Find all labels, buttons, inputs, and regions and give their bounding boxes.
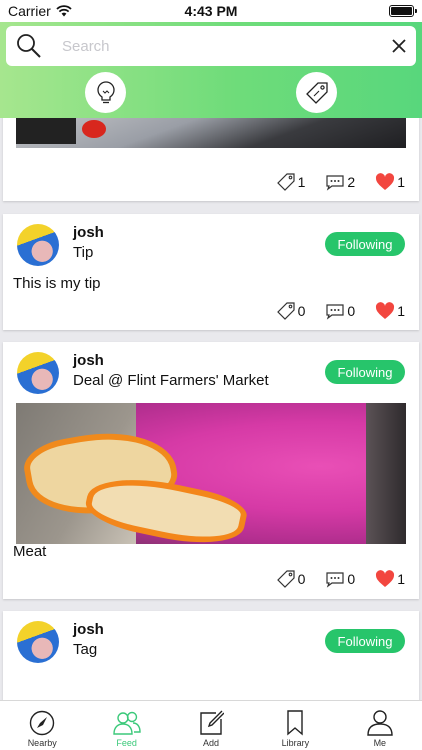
avatar[interactable] — [17, 224, 59, 266]
person-icon — [367, 710, 393, 736]
tab-bar: Nearby Feed Add Library Me — [0, 700, 422, 750]
username[interactable]: josh — [73, 621, 104, 638]
like-count[interactable]: 1 — [375, 302, 405, 320]
post-photo[interactable] — [16, 403, 406, 544]
post-text: This is my tip — [13, 275, 101, 292]
post-text: Meat — [13, 543, 47, 560]
navigation-arrow-icon — [30, 710, 55, 736]
like-count-value: 1 — [397, 571, 405, 587]
search-icon[interactable] — [16, 33, 42, 59]
post-card[interactable]: josh Tip Following This is my tip 0 0 1 — [3, 214, 419, 330]
comment-count-value: 0 — [347, 303, 356, 319]
following-button[interactable]: Following — [325, 232, 405, 256]
tag-count[interactable]: 0 — [276, 569, 306, 589]
feed-list[interactable]: 1 2 1 josh Tip Following This is my tip — [0, 118, 422, 700]
comment-icon — [326, 175, 345, 191]
tab-label: Add — [203, 738, 220, 748]
tab-feed[interactable]: Feed — [84, 701, 168, 750]
comment-count[interactable]: 0 — [325, 570, 355, 588]
comment-icon — [326, 572, 345, 588]
following-button[interactable]: Following — [325, 629, 405, 653]
carrier-info: Carrier — [8, 3, 72, 19]
price-tag-icon — [276, 302, 295, 320]
post-type: Tip — [73, 244, 94, 261]
post-header: josh Tip — [17, 224, 104, 266]
comment-count[interactable]: 2 — [325, 173, 355, 191]
tab-label: Feed — [116, 738, 137, 748]
price-tag-icon — [305, 81, 328, 104]
heart-icon — [376, 302, 395, 319]
post-stats: 0 0 1 — [276, 301, 405, 321]
tips-button[interactable] — [85, 72, 126, 113]
search-bar — [6, 26, 416, 66]
post-card[interactable]: josh Deal @ Flint Farmers' Market Follow… — [3, 342, 419, 599]
post-card[interactable]: josh Tag Following — [3, 611, 419, 700]
tab-label: Me — [373, 738, 387, 748]
post-type: Tag — [73, 641, 98, 658]
tab-nearby[interactable]: Nearby — [0, 701, 84, 750]
tag-count[interactable]: 0 — [276, 301, 306, 321]
post-stats: 1 2 1 — [276, 172, 405, 192]
username[interactable]: josh — [73, 352, 269, 369]
tag-count-value: 0 — [297, 571, 306, 587]
avatar[interactable] — [17, 621, 59, 663]
post-card[interactable]: 1 2 1 — [3, 118, 419, 201]
avatar[interactable] — [17, 352, 59, 394]
comment-count-value: 0 — [347, 571, 356, 587]
bookmark-icon — [287, 710, 304, 736]
heart-icon — [376, 173, 395, 190]
post-type: Deal @ Flint Farmers' Market — [73, 372, 269, 389]
close-icon[interactable] — [392, 39, 406, 53]
tag-count-value: 0 — [297, 303, 306, 319]
comment-count[interactable]: 0 — [325, 302, 355, 320]
status-bar: Carrier 4:43 PM — [0, 0, 422, 22]
header — [0, 22, 422, 118]
tag-count[interactable]: 1 — [276, 172, 306, 192]
username[interactable]: josh — [73, 224, 104, 241]
post-photo — [16, 118, 406, 148]
tab-me[interactable]: Me — [338, 701, 422, 750]
price-tag-icon — [276, 173, 295, 191]
like-count-value: 1 — [397, 174, 405, 190]
like-count-value: 1 — [397, 303, 405, 319]
price-tag-icon — [276, 570, 295, 588]
post-header: josh Deal @ Flint Farmers' Market — [17, 352, 269, 394]
comment-count-value: 2 — [347, 174, 356, 190]
post-stats: 0 0 1 — [276, 569, 405, 589]
heart-icon — [376, 570, 395, 587]
like-count[interactable]: 1 — [375, 570, 405, 588]
battery-icon — [389, 5, 417, 17]
tab-add[interactable]: Add — [169, 701, 253, 750]
tag-count-value: 1 — [297, 174, 306, 190]
compose-icon — [200, 710, 225, 735]
like-count[interactable]: 1 — [375, 173, 405, 191]
people-icon — [112, 711, 141, 735]
carrier-label: Carrier — [8, 3, 51, 19]
comment-icon — [326, 304, 345, 320]
search-input[interactable] — [62, 37, 392, 55]
tab-label: Nearby — [27, 738, 57, 748]
post-header: josh Tag — [17, 621, 104, 663]
tab-library[interactable]: Library — [253, 701, 337, 750]
deals-button[interactable] — [296, 72, 337, 113]
lightbulb-icon — [96, 80, 115, 103]
tab-label: Library — [281, 738, 310, 748]
following-button[interactable]: Following — [325, 360, 405, 384]
wifi-icon — [56, 5, 72, 17]
